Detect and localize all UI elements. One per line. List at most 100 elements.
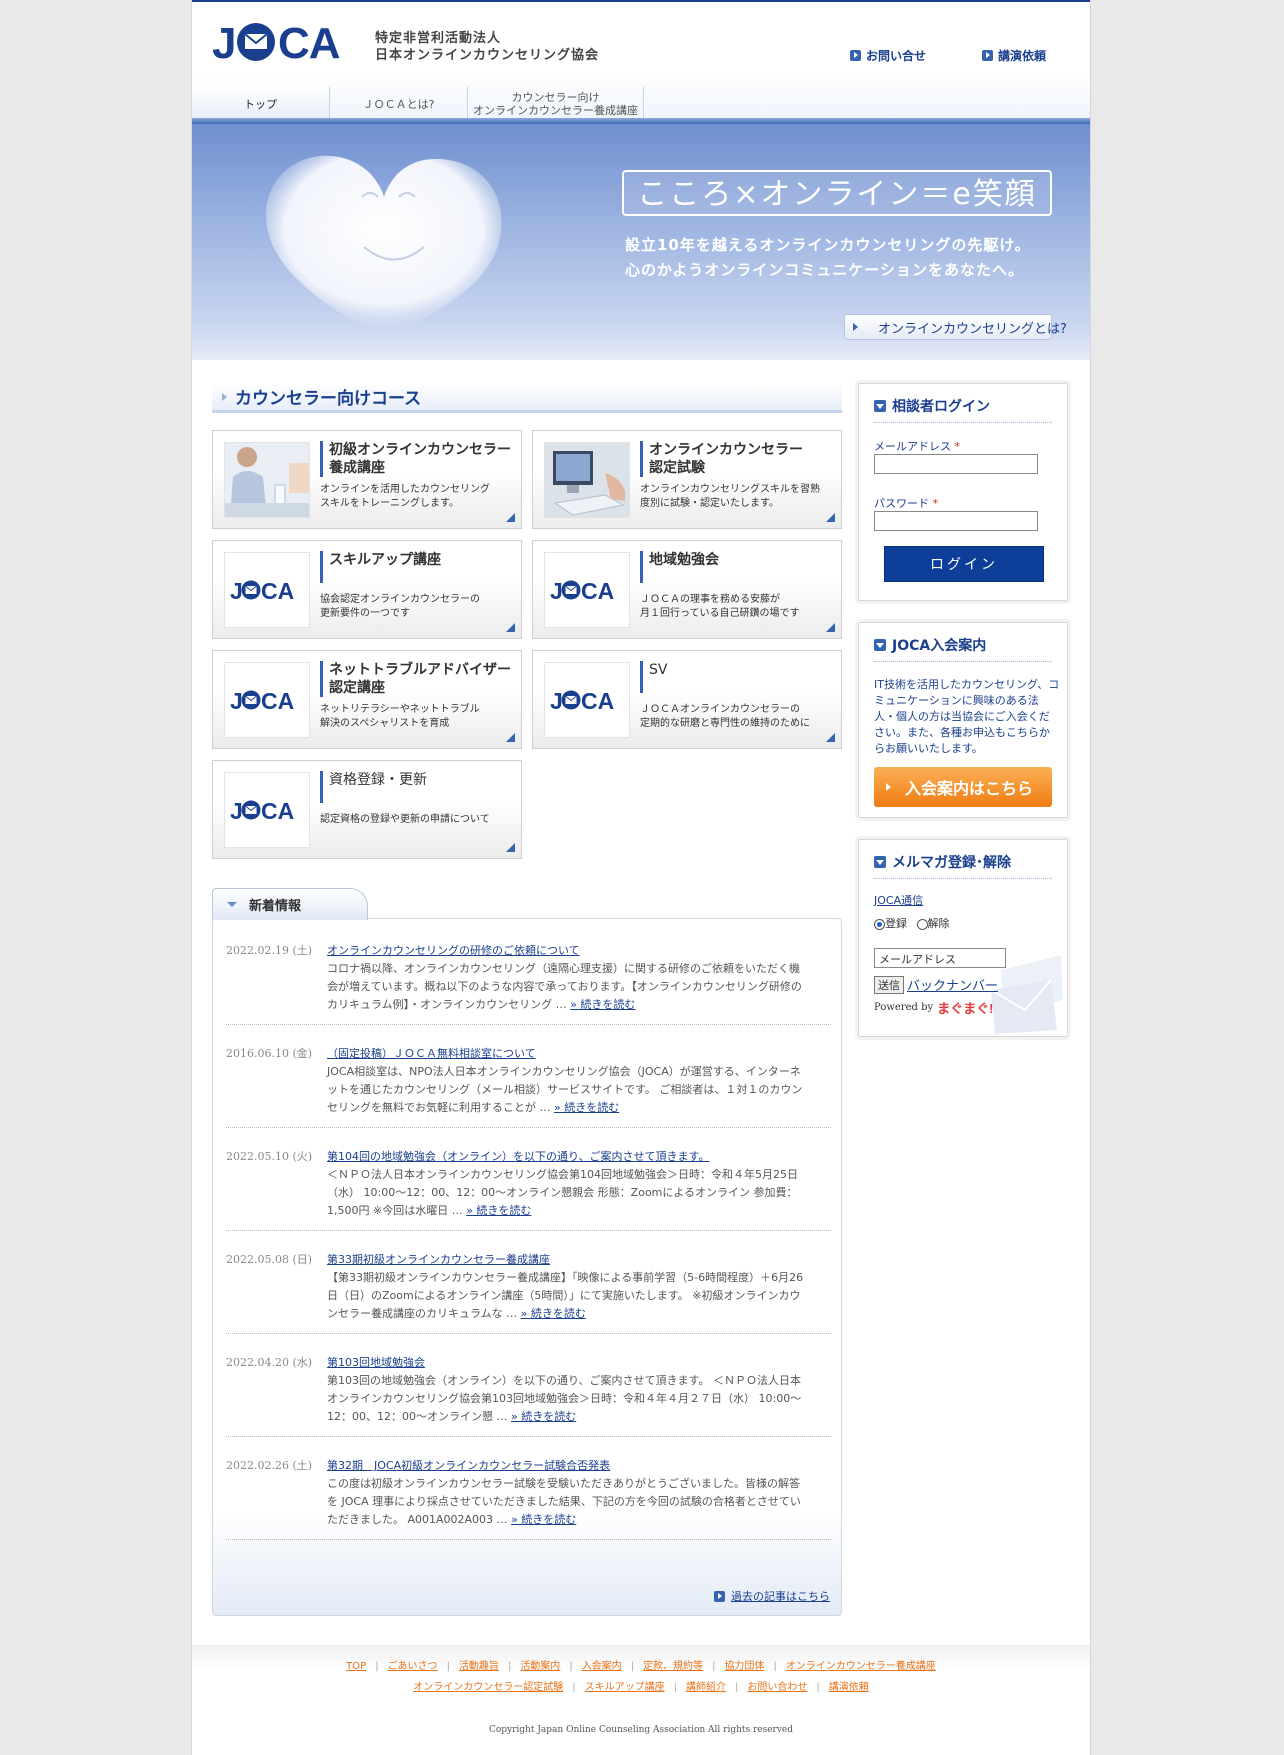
read-more-link[interactable]: » 続きを読む — [511, 1513, 576, 1526]
course-title-line2: 認定試験 — [649, 460, 705, 476]
course-section-title: カウンセラー向けコース — [212, 383, 842, 413]
footer-link-skillup[interactable]: スキルアップ講座 — [585, 1682, 665, 1693]
footer-link-contact[interactable]: お問い合わせ — [747, 1682, 807, 1693]
contact-link[interactable]: お問い合せ — [850, 47, 926, 64]
news-title-link[interactable]: オンラインカウンセリングの研修のご依頼について — [327, 942, 580, 958]
footer-link-purpose[interactable]: 活動趣旨 — [459, 1661, 499, 1672]
about-online-counseling-button[interactable]: オンラインカウンセリングとは? — [844, 314, 1067, 340]
password-label: パスワード * — [874, 495, 938, 511]
join-heading: JOCA入会案内 — [874, 635, 1052, 662]
course-title-line1: SV — [649, 662, 668, 678]
archive-link[interactable]: 過去の記事はこちら — [714, 1588, 830, 1604]
lecture-request-link[interactable]: 講演依頼 — [982, 47, 1046, 64]
svg-text:J: J — [212, 20, 235, 64]
course-card-certification-exam[interactable]: オンラインカウンセラー 認定試験 オンラインカウンセリングスキルを習熟 度別に試… — [532, 430, 842, 529]
radio-cancel[interactable] — [916, 918, 928, 930]
course-title: スキルアップ講座 — [320, 551, 441, 583]
svg-text:J: J — [230, 798, 243, 822]
separator: | — [375, 1661, 379, 1672]
joca-logo[interactable]: J CA — [212, 20, 372, 64]
course-title-line2 — [649, 679, 667, 693]
mailmag-email-input[interactable]: メールアドレス — [874, 948, 1006, 968]
tab-top[interactable]: トップ — [192, 86, 330, 122]
mailmag-title: メルマガ登録･解除 — [892, 855, 1011, 871]
read-more-link[interactable]: » 続きを読む — [466, 1204, 531, 1217]
login-button[interactable]: ログイン — [884, 546, 1044, 582]
course-title-line1: 資格登録・更新 — [329, 772, 427, 788]
news-body: 【第33期初級オンラインカウンセラー養成講座】「映像による事前学習（5-6時間程… — [327, 1269, 807, 1323]
svg-text:CA: CA — [261, 688, 294, 712]
separator: | — [446, 1661, 450, 1672]
tab-about[interactable]: ＪＯＣＡとは? — [330, 86, 468, 122]
course-title-line1: 地域勉強会 — [649, 552, 719, 568]
course-title-line2: 養成講座 — [329, 460, 385, 476]
about-online-counseling-label: オンラインカウンセリングとは? — [878, 321, 1067, 337]
tab-about-label: ＪＯＣＡとは? — [362, 97, 435, 111]
course-title-line2 — [329, 569, 441, 583]
joca-logo-small: J CA — [550, 578, 614, 602]
footer-link-top[interactable]: TOP — [346, 1661, 366, 1672]
course-description: 協会認定オンラインカウンセラーの 更新要件の一つです — [320, 593, 480, 621]
arrow-icon — [714, 1590, 725, 1602]
read-more-link[interactable]: » 続きを読む — [570, 998, 635, 1011]
news-date: 2022.05.08 (日) — [226, 1253, 313, 1266]
course-desc-line1: オンラインカウンセリングスキルを習熟 — [640, 484, 820, 495]
footer-link-partners[interactable]: 協力団体 — [724, 1661, 764, 1672]
news-title-link[interactable]: 第33期初級オンラインカウンセラー養成講座 — [327, 1251, 550, 1267]
news-title-link[interactable]: （固定投稿）ＪＯＣＡ無料相談室について — [327, 1045, 536, 1061]
footer-link-training[interactable]: オンラインカウンセラー養成講座 — [786, 1661, 936, 1672]
join-info-button[interactable]: 入会案内はこちら — [874, 767, 1052, 807]
course-desc-line2: 月１回行っている自己研鑽の場です — [640, 608, 800, 619]
arrow-icon — [850, 50, 861, 61]
course-card-net-trouble-advisor[interactable]: J CA ネットトラブルアドバイザー 認定講座 ネットリテラシーやネットトラブル… — [212, 650, 522, 749]
read-more-link[interactable]: » 続きを読む — [554, 1101, 619, 1114]
news-title-link[interactable]: 第103回地域勉強会 — [327, 1354, 425, 1370]
header: J CA 特定非営利活動法人 日本オンラインカウンセリング協会 お問い合せ 講演… — [192, 2, 1090, 122]
login-email-input[interactable] — [874, 454, 1038, 474]
tab-counselor-course[interactable]: カウンセラー向け オンラインカウンセラー養成講座 — [468, 86, 644, 122]
backnumber-link[interactable]: バックナンバー — [907, 975, 998, 994]
send-button[interactable]: 送信 — [874, 975, 904, 994]
course-desc-line1: 認定資格の登録や更新の申請について — [320, 814, 490, 825]
footer-link-lecture[interactable]: 講演依頼 — [829, 1682, 869, 1693]
mag2-logo[interactable]: まぐまぐ! — [937, 998, 993, 1017]
play-icon — [886, 783, 891, 791]
read-more-link[interactable]: » 続きを読む — [521, 1307, 586, 1320]
course-desc-line1: オンラインを活用したカウンセリング — [320, 484, 490, 495]
separator: | — [673, 1682, 677, 1693]
news-title-link[interactable]: 第32期 JOCA初級オンラインカウンセラー試験合否発表 — [327, 1457, 610, 1473]
course-description: オンラインを活用したカウンセリング スキルをトレーニングします。 — [320, 483, 490, 511]
course-desc-line2: スキルをトレーニングします。 — [320, 498, 459, 509]
news-title-link[interactable]: 第104回の地域勉強会（オンライン）を以下の通り、ご案内させて頂きます。 — [327, 1148, 709, 1164]
footer-link-bylaws[interactable]: 定款、規約等 — [643, 1661, 703, 1672]
login-heading: 相談者ログイン — [874, 396, 1052, 423]
footer-link-greeting[interactable]: ごあいさつ — [388, 1661, 438, 1672]
radio-register[interactable] — [874, 918, 885, 930]
footer-link-exam[interactable]: オンラインカウンセラー認定試験 — [413, 1682, 563, 1693]
course-card-study-group[interactable]: J CA 地域勉強会 ＪＯＣＡの理事を務める安藤が 月１回行っている自己研鑽の場… — [532, 540, 842, 639]
footer-link-activities[interactable]: 活動案内 — [520, 1661, 560, 1672]
svg-text:J: J — [550, 688, 563, 712]
read-more-link[interactable]: » 続きを読む — [511, 1410, 576, 1423]
course-card-skillup[interactable]: J CA スキルアップ講座 協会認定オンラインカウンセラーの 更新要件の一つです — [212, 540, 522, 639]
divider — [226, 1127, 831, 1128]
login-title: 相談者ログイン — [892, 399, 990, 415]
course-title-line1: 初級オンラインカウンセラー — [329, 442, 511, 458]
course-description: ＪＯＣＡオンラインカウンセラーの 定期的な研磨と専門性の維持のために — [640, 703, 810, 731]
joca-logo-small: J CA — [230, 798, 294, 822]
woman-photo-image — [225, 443, 309, 517]
course-card-beginner[interactable]: 初級オンラインカウンセラー 養成講座 オンラインを活用したカウンセリング スキル… — [212, 430, 522, 529]
course-card-registration[interactable]: J CA 資格登録・更新 認定資格の登録や更新の申請について — [212, 760, 522, 859]
footer-link-join[interactable]: 入会案内 — [582, 1661, 622, 1672]
login-password-input[interactable] — [874, 511, 1038, 531]
hero-subtitle-2: 心のかようオンラインコミュニケーションをあなたへ。 — [625, 261, 1024, 279]
divider — [226, 1436, 831, 1437]
news-tab-label: 新着情報 — [249, 899, 302, 914]
divider — [226, 1333, 831, 1334]
email-label-text: メールアドレス — [874, 440, 951, 453]
required-mark: * — [954, 440, 961, 453]
joca-tsushin-link[interactable]: JOCA通信 — [874, 892, 923, 908]
footer-link-instructors[interactable]: 講師紹介 — [686, 1682, 726, 1693]
course-card-sv[interactable]: J CA SV ＪＯＣＡオンラインカウンセラーの 定期的な研磨と専門性の維持のた… — [532, 650, 842, 749]
join-box: JOCA入会案内 IT技術を活用したカウンセリング、コミュニケーションに興味のあ… — [858, 622, 1068, 818]
